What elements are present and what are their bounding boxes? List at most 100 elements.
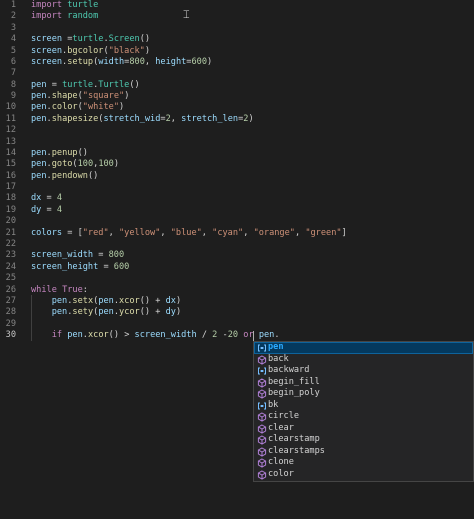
line-code: pen.penup() — [31, 148, 88, 159]
variable-bracket-icon — [258, 367, 266, 375]
code-line[interactable]: 3 — [0, 23, 474, 34]
code-token: = — [46, 79, 63, 90]
suggest-item-begin-fill[interactable]: begin_fill — [254, 377, 473, 389]
suggest-item-back[interactable]: back — [254, 354, 473, 366]
code-line[interactable]: 9 pen.shape("square") — [0, 91, 474, 102]
code-editor[interactable]: 1 import turtle 2 import random 3 4 screen =tu… — [0, 0, 474, 519]
suggest-item-backward[interactable]: backward — [254, 365, 473, 377]
method-cube-icon — [257, 354, 267, 365]
code-token: turtle — [72, 34, 104, 45]
code-token: ) — [207, 56, 213, 67]
suggest-item-clearstamp[interactable]: clearstamp — [254, 434, 473, 446]
suggest-item-clear[interactable]: clear — [254, 423, 473, 435]
line-number: 30 — [5, 330, 16, 341]
code-line[interactable]: 7 — [0, 68, 474, 79]
code-token: = — [62, 34, 73, 45]
line-code: pen.goto(100,100) — [31, 159, 119, 170]
code-token: width — [98, 56, 125, 67]
suggest-item-begin-poly[interactable]: begin_poly — [254, 388, 473, 400]
code-token: screen_width — [134, 330, 197, 341]
code-line[interactable]: 11 pen.shapesize(stretch_wid=2, stretch_l… — [0, 114, 474, 125]
line-number: 24 — [5, 261, 16, 272]
code-line[interactable]: 16 pen.pendown() — [0, 171, 474, 182]
code-token: () > — [108, 330, 135, 341]
suggest-item-circle[interactable]: circle — [254, 411, 473, 423]
suggest-item-bk[interactable]: bk — [254, 400, 473, 412]
code-line[interactable]: 13 — [0, 137, 474, 148]
code-line[interactable]: 26 while True: — [0, 285, 474, 296]
code-token: bgcolor — [67, 45, 104, 56]
code-line[interactable]: 12 — [0, 125, 474, 136]
code-line[interactable]: 15 pen.goto(100,100) — [0, 159, 474, 170]
code-token: colors — [31, 227, 63, 238]
method-cube-icon — [257, 412, 267, 422]
code-line[interactable]: 5 screen.bgcolor("black") — [0, 46, 474, 57]
code-token: import — [31, 0, 63, 10]
code-line[interactable]: 17 — [0, 182, 474, 193]
line-number: 5 — [10, 45, 16, 56]
code-line[interactable]: 6 screen.setup(width=800, height=600) — [0, 57, 474, 68]
code-line[interactable]: 27 pen.setx(pen.xcor() + dx) — [0, 296, 474, 307]
code-line[interactable]: 2 import random — [0, 11, 474, 22]
code-line[interactable]: 30 if pen.xcor() > screen_width / 2 -20 … — [0, 330, 474, 341]
code-token: turtle — [62, 79, 94, 90]
line-code: import random — [31, 11, 98, 22]
line-number: 19 — [5, 204, 16, 215]
code-line[interactable]: 29 — [0, 319, 474, 330]
suggest-item-label: clearstamps — [268, 445, 325, 456]
code-token: 4 — [56, 193, 63, 204]
code-token: "yellow" — [118, 227, 161, 238]
method-cube-icon — [257, 469, 267, 480]
line-number: 21 — [5, 227, 16, 238]
method-cube-icon — [257, 458, 267, 468]
code-token: ) — [248, 113, 254, 124]
line-code: pen.pendown() — [31, 171, 98, 182]
code-line[interactable]: 4 screen =turtle.Screen() — [0, 34, 474, 45]
code-line[interactable]: 10 pen.color("white") — [0, 102, 474, 113]
suggest-item-pen[interactable]: pen — [254, 342, 473, 354]
code-token: pen — [31, 91, 47, 102]
suggest-item-color[interactable]: color — [254, 469, 473, 481]
code-token: pendown — [51, 170, 88, 181]
line-code: screen_width = 800 — [31, 250, 124, 261]
line-number: 27 — [5, 295, 16, 306]
line-number: 20 — [5, 216, 16, 227]
code-token: import — [31, 11, 63, 22]
line-number: 3 — [10, 22, 16, 33]
code-token: , — [201, 227, 213, 238]
suggest-item-clone[interactable]: clone — [254, 457, 473, 469]
code-token: screen_width — [31, 250, 94, 261]
code-line[interactable]: 24 screen_height = 600 — [0, 262, 474, 273]
code-line[interactable]: 23 screen_width = 800 — [0, 250, 474, 261]
code-token: setup — [67, 56, 94, 67]
suggest-item-clearstamps[interactable]: clearstamps — [254, 446, 473, 458]
code-line[interactable]: 21 colors = ["red", "yellow", "blue", "cy… — [0, 228, 474, 239]
code-line[interactable]: 19 dy = 4 — [0, 205, 474, 216]
code-token: if — [51, 330, 63, 341]
code-line[interactable]: 1 import turtle — [0, 0, 474, 11]
code-token: = — [41, 193, 57, 204]
code-token: () + — [139, 295, 166, 306]
suggest-item-label: pen — [268, 342, 284, 352]
code-line[interactable]: 8 pen = turtle.Turtle() — [0, 80, 474, 91]
code-line[interactable]: 14 pen.penup() — [0, 148, 474, 159]
code-token: stretch_wid — [103, 113, 161, 124]
code-token: random — [67, 11, 99, 22]
line-code: import turtle — [31, 0, 98, 11]
code-token: Screen — [108, 34, 140, 45]
code-line[interactable]: 22 — [0, 239, 474, 250]
code-line[interactable]: 25 — [0, 273, 474, 284]
autocomplete-suggest-widget[interactable]: pen back backward begin_fill begin_poly bk cir… — [253, 341, 474, 482]
code-line[interactable]: 28 pen.sety(pen.ycor() + dy) — [0, 307, 474, 318]
code-token: screen — [31, 34, 63, 45]
code-token: dx — [31, 193, 42, 204]
code-token: pen — [31, 102, 47, 113]
code-token: pen — [98, 307, 114, 318]
code-token: = — [41, 204, 57, 215]
code-line[interactable]: 20 — [0, 216, 474, 227]
code-line[interactable]: 18 dx = 4 — [0, 193, 474, 204]
code-token: , — [243, 227, 254, 238]
line-number: 7 — [10, 68, 16, 79]
code-token: pen — [31, 113, 47, 124]
